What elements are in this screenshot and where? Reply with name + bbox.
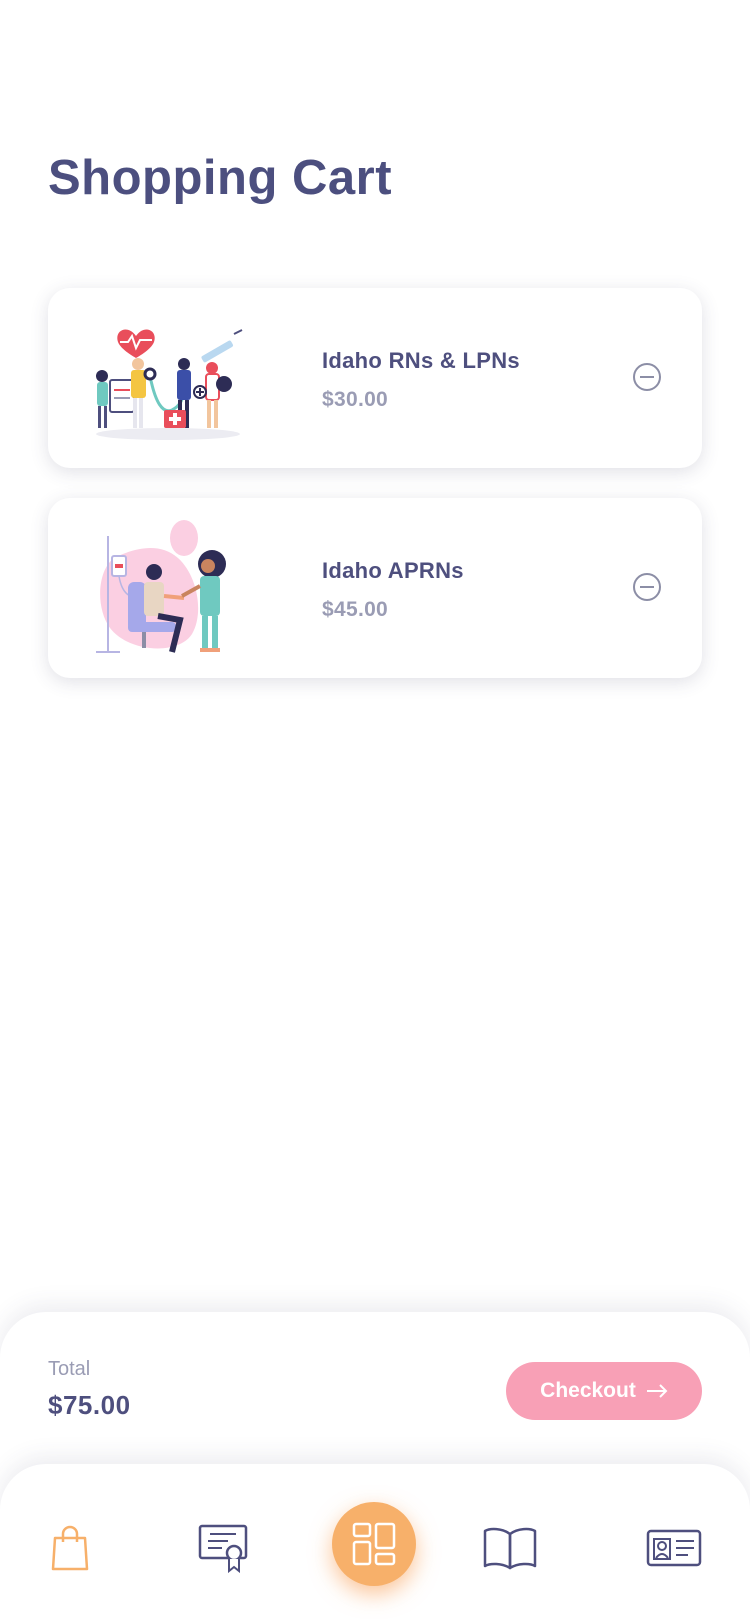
open-book-icon	[483, 1527, 537, 1570]
certificate-icon	[198, 1524, 248, 1573]
item-price: $30.00	[322, 388, 389, 411]
page-title: Shopping Cart	[48, 151, 393, 205]
checkout-label: Checkout	[540, 1379, 636, 1402]
nurse-patient-illustration	[88, 516, 248, 660]
item-price: $45.00	[322, 598, 389, 621]
nav-item-profile[interactable]	[646, 1518, 702, 1578]
dashboard-grid-icon	[352, 1522, 396, 1566]
cart-item[interactable]: Idaho RNs & LPNs $30.00	[48, 288, 702, 468]
item-name: Idaho RNs & LPNs	[322, 348, 520, 373]
item-info: Idaho RNs & LPNs $30.00	[322, 348, 520, 412]
total-label: Total	[48, 1358, 91, 1380]
minus-circle-icon	[633, 363, 661, 391]
nav-item-cart[interactable]	[40, 1518, 100, 1578]
item-name: Idaho APRNs	[322, 558, 464, 583]
total-value: $75.00	[48, 1390, 131, 1420]
bottom-nav	[0, 1464, 750, 1624]
medical-team-illustration	[88, 306, 248, 450]
nav-item-certificates[interactable]	[196, 1518, 250, 1578]
item-info: Idaho APRNs $45.00	[322, 558, 464, 622]
remove-item-button[interactable]	[632, 572, 662, 602]
shopping-bag-icon	[51, 1525, 89, 1571]
remove-item-button[interactable]	[632, 362, 662, 392]
minus-circle-icon	[633, 573, 661, 601]
arrow-right-icon	[646, 1384, 668, 1398]
cart-list: Idaho RNs & LPNs $30.00 Idaho APRNs $45.…	[48, 288, 702, 708]
nav-item-library[interactable]	[482, 1518, 538, 1578]
checkout-button[interactable]: Checkout	[506, 1362, 702, 1420]
id-card-icon	[646, 1529, 702, 1567]
nav-item-dashboard[interactable]	[332, 1502, 416, 1586]
cart-item[interactable]: Idaho APRNs $45.00	[48, 498, 702, 678]
